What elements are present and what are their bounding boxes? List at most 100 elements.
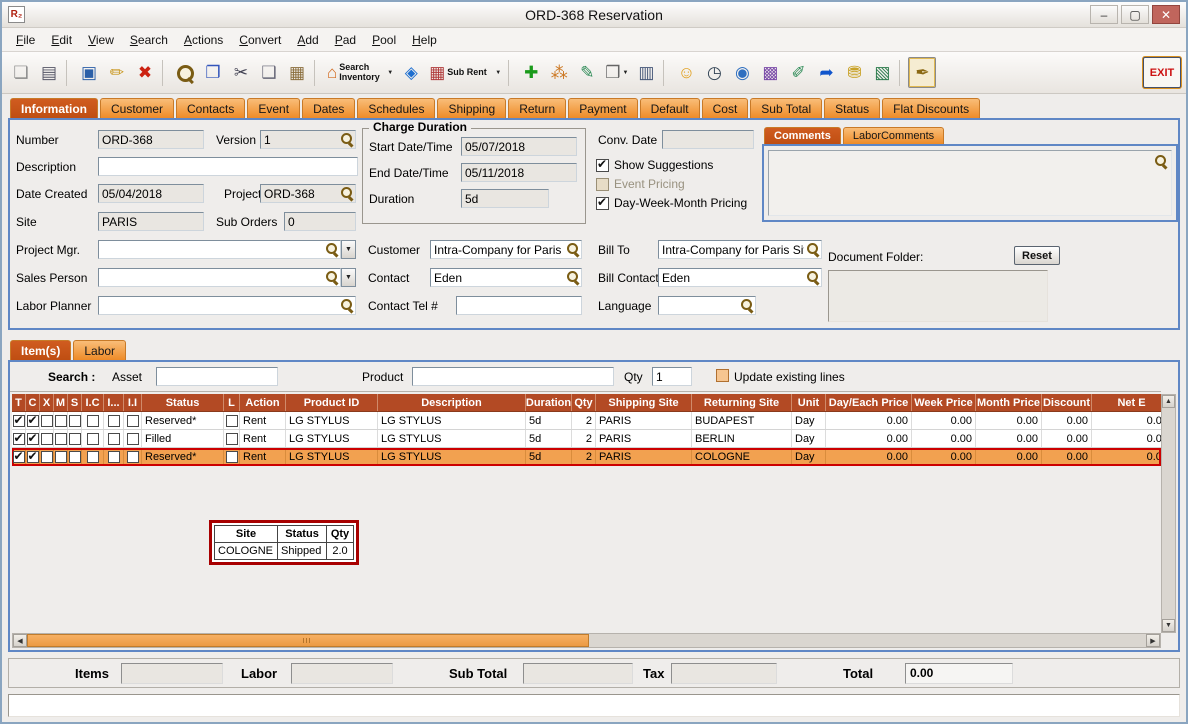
description-field[interactable]: [98, 157, 358, 176]
cell-c[interactable]: [26, 430, 40, 447]
save-button[interactable]: ▣: [75, 57, 103, 88]
row-checkbox-i-i[interactable]: [127, 451, 139, 463]
cd-button[interactable]: ◉: [728, 57, 756, 88]
tab-sub-total[interactable]: Sub Total: [750, 98, 822, 118]
column-header-i-c[interactable]: I.C: [82, 394, 104, 411]
column-header-returning-site[interactable]: Returning Site: [692, 394, 792, 411]
row-checkbox-i-c[interactable]: [87, 451, 99, 463]
tab-payment[interactable]: Payment: [568, 98, 637, 118]
row-checkbox-s[interactable]: [69, 451, 81, 463]
menu-pool[interactable]: Pool: [364, 30, 404, 50]
row-checkbox-l[interactable]: [226, 451, 238, 463]
sales-person-dropdown-arrow[interactable]: ▼: [341, 268, 356, 287]
cell-s[interactable]: [68, 412, 82, 429]
find-button[interactable]: [171, 57, 199, 88]
exit-button[interactable]: EXIT: [1143, 57, 1181, 88]
row-checkbox-l[interactable]: [226, 415, 238, 427]
cell-i[interactable]: [104, 448, 124, 465]
clock-button[interactable]: ◷: [700, 57, 728, 88]
labor-planner-field[interactable]: [98, 296, 356, 315]
scroll-track[interactable]: [589, 634, 1146, 647]
date-created-field[interactable]: [98, 184, 204, 203]
product-search-input[interactable]: [412, 367, 614, 386]
tab-event[interactable]: Event: [247, 98, 300, 118]
cell-c[interactable]: [26, 412, 40, 429]
column-header-duration[interactable]: Duration: [526, 394, 572, 411]
cell-i-c[interactable]: [82, 448, 104, 465]
table-row[interactable]: FilledRentLG STYLUSLG STYLUS5d2PARISBERL…: [12, 430, 1161, 448]
cell-i-i[interactable]: [124, 412, 142, 429]
cell-s[interactable]: [68, 430, 82, 447]
paste-button[interactable]: ▦: [283, 57, 311, 88]
cell-i[interactable]: [104, 430, 124, 447]
tab-shipping[interactable]: Shipping: [437, 98, 506, 118]
labor-planner-search-icon[interactable]: [340, 298, 353, 311]
bill-to-field[interactable]: [658, 240, 822, 259]
sales-person-search-icon[interactable]: [325, 270, 338, 283]
cell-c[interactable]: [26, 448, 40, 465]
menu-file[interactable]: File: [8, 30, 43, 50]
menu-view[interactable]: View: [80, 30, 122, 50]
menu-pad[interactable]: Pad: [327, 30, 364, 50]
comments-search-icon[interactable]: [1154, 154, 1167, 167]
tab-information[interactable]: Information: [10, 98, 98, 118]
row-checkbox-i-c[interactable]: [87, 433, 99, 445]
row-checkbox-i[interactable]: [108, 433, 120, 445]
edit-button[interactable]: ✏: [103, 57, 131, 88]
minimize-button[interactable]: –: [1090, 5, 1118, 24]
start-datetime-field[interactable]: [461, 137, 577, 156]
scroll-up-icon[interactable]: ▲: [1162, 395, 1175, 408]
batch-dropdown-arrow[interactable]: ▼: [623, 70, 629, 76]
menu-edit[interactable]: Edit: [43, 30, 80, 50]
document-folder-box[interactable]: [828, 270, 1048, 322]
column-header-l[interactable]: L: [224, 394, 240, 411]
update-existing-lines-checkbox[interactable]: [716, 369, 729, 382]
cell-m[interactable]: [54, 412, 68, 429]
project-mgr-field[interactable]: [98, 240, 341, 259]
column-header-month-price[interactable]: Month Price: [976, 394, 1042, 411]
row-checkbox-i[interactable]: [108, 415, 120, 427]
replace-document-button[interactable]: ❐: [199, 57, 227, 88]
bill-contact-search-icon[interactable]: [806, 270, 819, 283]
column-header-i-i[interactable]: I.I: [124, 394, 142, 411]
search-inventory-dropdown-arrow[interactable]: ▼: [387, 70, 393, 76]
tab-customer[interactable]: Customer: [100, 98, 174, 118]
asset-search-input[interactable]: [156, 367, 278, 386]
row-checkbox-c[interactable]: [27, 415, 39, 427]
cell-i-i[interactable]: [124, 448, 142, 465]
maximize-button[interactable]: ▢: [1121, 5, 1149, 24]
print-report-button[interactable]: ▥: [632, 57, 660, 88]
row-checkbox-s[interactable]: [69, 433, 81, 445]
money-button[interactable]: ⛃: [840, 57, 868, 88]
column-header-x[interactable]: X: [40, 394, 54, 411]
sub-rent-dropdown-arrow[interactable]: ▼: [495, 70, 501, 76]
tab-dates[interactable]: Dates: [302, 98, 355, 118]
items-tab-item-s[interactable]: Item(s): [10, 340, 71, 360]
row-checkbox-x[interactable]: [41, 451, 53, 463]
row-checkbox-i-c[interactable]: [87, 415, 99, 427]
green-note-button[interactable]: ✐: [784, 57, 812, 88]
bill-to-search-icon[interactable]: [806, 242, 819, 255]
row-checkbox-c[interactable]: [27, 451, 39, 463]
sales-person-field[interactable]: [98, 268, 341, 287]
column-header-discount[interactable]: Discount: [1042, 394, 1092, 411]
column-header-t[interactable]: T: [12, 394, 26, 411]
add-button[interactable]: ✚: [517, 57, 545, 88]
contact-field[interactable]: [430, 268, 582, 287]
print-button[interactable]: ▤: [35, 57, 63, 88]
tab-return[interactable]: Return: [508, 98, 566, 118]
column-header-i[interactable]: I...: [104, 394, 124, 411]
table-row[interactable]: Reserved*RentLG STYLUSLG STYLUS5d2PARISC…: [12, 448, 1161, 466]
chart-button[interactable]: ▧: [868, 57, 896, 88]
tab-schedules[interactable]: Schedules: [357, 98, 435, 118]
column-header-shipping-site[interactable]: Shipping Site: [596, 394, 692, 411]
tab-contacts[interactable]: Contacts: [176, 98, 245, 118]
copy-button[interactable]: ❑: [255, 57, 283, 88]
row-checkbox-i-i[interactable]: [127, 415, 139, 427]
tab-default[interactable]: Default: [640, 98, 700, 118]
cell-t[interactable]: [12, 412, 26, 429]
items-horizontal-scrollbar[interactable]: ◀ ▶: [12, 633, 1161, 648]
row-checkbox-c[interactable]: [27, 433, 39, 445]
row-checkbox-m[interactable]: [55, 433, 67, 445]
highlight-wand-button[interactable]: ✒: [908, 57, 936, 88]
